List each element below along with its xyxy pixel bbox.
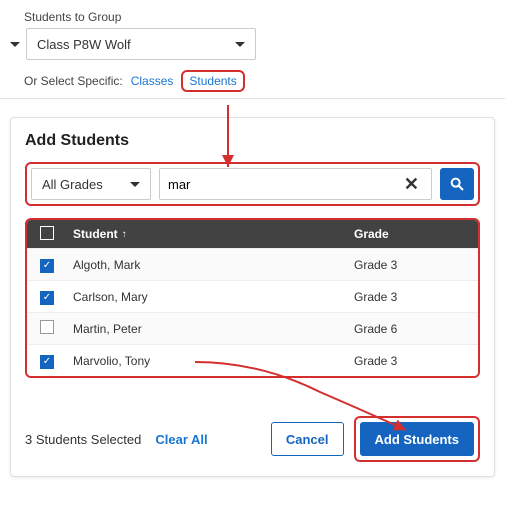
classes-link[interactable]: Classes [131,74,174,88]
table-row: ✓ Marvolio, TonyGrade 3 [27,344,478,376]
row-checkbox[interactable] [40,320,54,334]
table-header: Student ↑ Grade [27,220,478,248]
search-button[interactable] [440,168,474,200]
card-footer: 3 Students Selected Clear All Cancel Add… [25,416,480,462]
annotation-highlight: Students [181,70,244,92]
table-row: ✓ Algoth, MarkGrade 3 [27,248,478,280]
student-grade: Grade 3 [348,354,478,368]
student-grade: Grade 3 [348,290,478,304]
annotation-highlight: Add Students [354,416,481,462]
chevron-down-icon[interactable] [10,42,20,47]
students-to-group-label: Students to Group [24,10,481,24]
grades-filter-value: All Grades [42,177,103,192]
group-select[interactable]: Class P8W Wolf [26,28,256,60]
select-all-checkbox[interactable] [40,226,54,240]
search-input[interactable] [168,177,400,192]
student-name: Martin, Peter [67,322,348,336]
add-students-button[interactable]: Add Students [360,422,475,456]
card-title: Add Students [25,132,480,150]
chevron-down-icon [130,182,140,187]
filter-row: All Grades ✕ [25,162,480,206]
selected-count: 3 Students Selected [25,432,141,447]
chevron-down-icon [235,42,245,47]
clear-icon[interactable]: ✕ [400,174,423,195]
student-name: Carlson, Mary [67,290,348,304]
specific-label: Or Select Specific: [24,74,123,88]
student-name: Marvolio, Tony [67,354,348,368]
search-icon [449,176,465,192]
students-table: Student ↑ Grade ✓Algoth, MarkGrade 3✓Car… [25,218,480,378]
column-student-label: Student [73,227,118,241]
student-grade: Grade 6 [348,322,478,336]
group-select-value: Class P8W Wolf [37,37,131,52]
student-name: Algoth, Mark [67,258,348,272]
students-link[interactable]: Students [189,74,236,88]
column-student[interactable]: Student ↑ [67,227,348,241]
student-grade: Grade 3 [348,258,478,272]
add-students-card: Add Students All Grades ✕ Student ↑ [10,117,495,477]
cancel-button-label: Cancel [286,432,329,447]
column-grade-label: Grade [354,227,389,241]
table-row: Martin, PeterGrade 6 [27,312,478,344]
column-grade[interactable]: Grade [348,227,478,241]
clear-all-link[interactable]: Clear All [155,432,207,447]
group-assignment-section: Students to Group Class P8W Wolf Or Sele… [0,0,505,99]
cancel-button[interactable]: Cancel [271,422,344,456]
specific-select-row: Or Select Specific: Classes Students [24,70,481,92]
row-checkbox[interactable]: ✓ [40,355,54,369]
table-row: ✓ Carlson, MaryGrade 3 [27,280,478,312]
row-checkbox[interactable]: ✓ [40,291,54,305]
add-students-button-label: Add Students [375,432,460,447]
grades-filter[interactable]: All Grades [31,168,151,200]
search-field-wrap: ✕ [159,168,432,200]
row-checkbox[interactable]: ✓ [40,259,54,273]
sort-asc-icon: ↑ [122,229,127,240]
